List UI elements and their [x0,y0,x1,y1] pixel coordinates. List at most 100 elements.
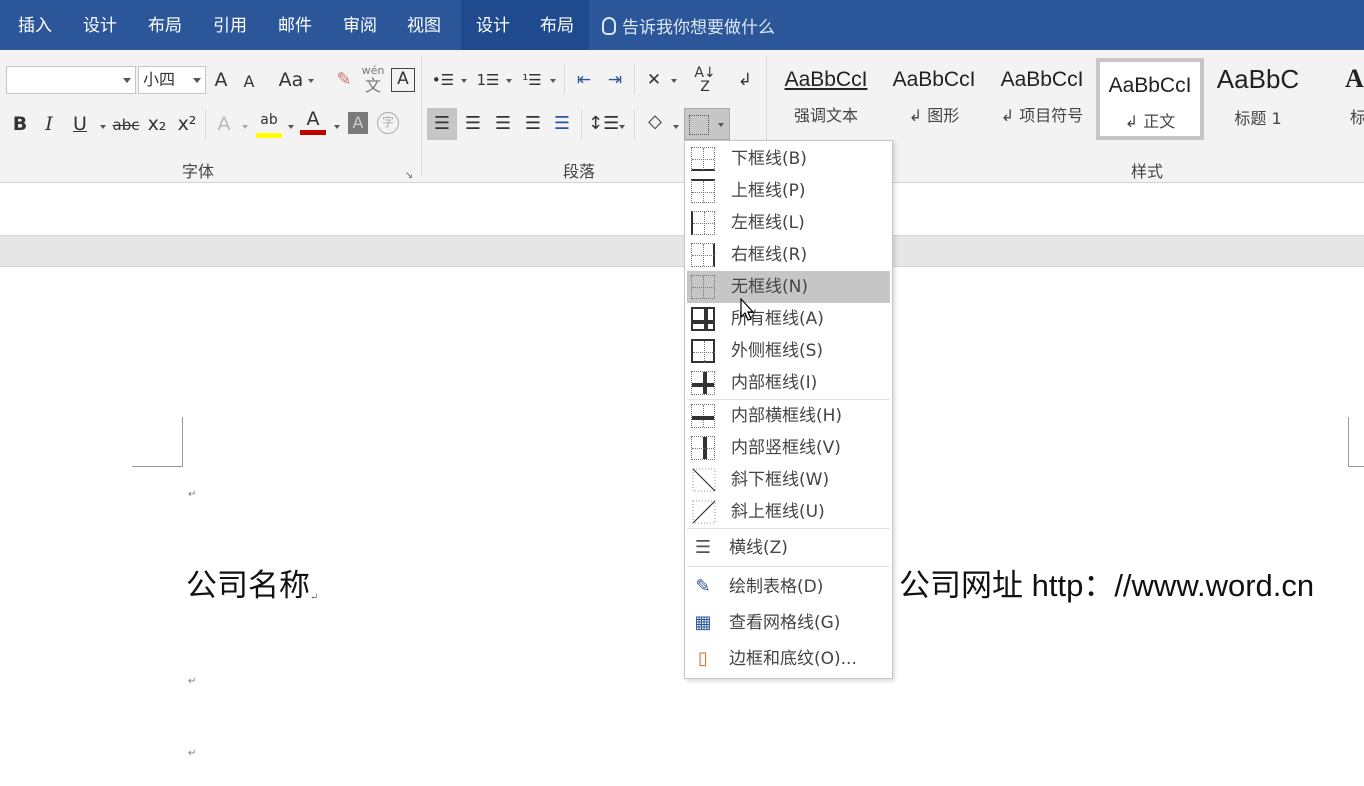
draw-table-icon: ✎ [695,576,711,597]
character-shading-button[interactable]: A [348,112,368,134]
chevron-down-icon [506,79,512,83]
align-right-button[interactable]: ☰ [491,112,515,136]
strikethrough-button[interactable]: abc [112,113,140,137]
character-border-button[interactable]: A [391,68,415,92]
enclose-characters-button[interactable]: 字 [377,112,399,134]
tab-table-design[interactable]: 设计 [461,0,525,50]
border-menu-item-label: 绘制表格(D) [729,577,824,597]
change-case-button[interactable]: Aa [276,68,306,92]
style-item[interactable]: AaBbCcI ↲ 项目符号 [988,56,1096,138]
tab-mailings[interactable]: 邮件 [267,0,323,50]
font-color-button[interactable]: A [300,108,326,135]
border-menu-item[interactable]: 斜上框线(U) [687,496,890,528]
border-menu-item[interactable]: ▦ 查看网格线(G) [687,607,890,639]
phonetic-guide-button[interactable]: wén 文 [360,64,386,94]
phonetic-bottom: 文 [364,76,381,95]
multilevel-list-button[interactable]: ¹☰ [519,68,545,92]
border-menu-item-label: 右框线(R) [731,245,808,265]
border-menu-item[interactable]: 右框线(R) [687,239,890,271]
tab-design[interactable]: 设计 [72,0,128,50]
style-item[interactable]: AaBbC 标题 1 [1204,56,1312,138]
justify-button[interactable]: ☰ [521,112,545,136]
paragraph-mark: ↵ [188,748,197,759]
border-menu-item[interactable]: 下框线(B) [687,143,890,175]
bold-button[interactable]: B [10,112,30,136]
border-menu-item[interactable]: 内部竖框线(V) [687,432,890,464]
italic-button[interactable]: I [40,112,58,136]
sort-button[interactable]: A↓ Z [694,66,716,94]
border-menu-item-label: 下框线(B) [731,149,807,169]
border-menu-item-label: 内部横框线(H) [731,406,843,426]
borders-shading-icon: ▯ [698,648,708,669]
style-item[interactable]: AaBbCcI ↲ 正文 [1096,58,1204,140]
border-menu-item-label: 上框线(P) [731,181,806,201]
border-menu-item[interactable]: 内部横框线(H) [687,400,890,432]
border-menu-item[interactable]: 无框线(N) [687,271,890,303]
style-item[interactable]: AaBbCcI ↲ 图形 [880,56,988,138]
shading-button[interactable]: ◇ [642,110,668,134]
top-border-icon [691,179,715,203]
border-menu-item[interactable]: ☰ 横线(Z) [687,532,890,564]
font-size-combo[interactable]: 小四 [138,66,206,94]
shrink-font-button[interactable]: A [239,70,259,94]
styles-group-label: 样式 [1131,162,1164,181]
chinese-layout-button[interactable]: ✕ [641,68,667,92]
highlight-button[interactable]: ab [256,108,282,138]
subscript-button[interactable]: x₂ [146,112,168,136]
grow-font-button[interactable]: A [210,68,232,92]
inside-horizontal-border-icon [691,404,715,428]
border-menu-item[interactable]: 斜下框线(W) [687,464,890,496]
tab-table-layout[interactable]: 布局 [525,0,589,50]
tab-view[interactable]: 视图 [396,0,452,50]
document-page[interactable]: ↵ 公司名称↵ 公司网址 http：//www.word.cn ↵ ↵ [0,267,1364,786]
chevron-down-icon [619,125,625,129]
style-name: ↲ 图形 [908,106,960,125]
borders-button[interactable] [684,108,730,140]
ribbon-gap [0,183,1364,235]
superscript-button[interactable]: x² [176,112,198,136]
text-effects-button[interactable]: A [214,112,234,136]
chevron-down-icon [673,125,679,129]
border-menu-item[interactable]: 上框线(P) [687,175,890,207]
align-center-button[interactable]: ☰ [461,112,485,136]
crop-mark [1348,466,1364,467]
tab-references[interactable]: 引用 [202,0,258,50]
style-item[interactable]: AaBbCcI 强调文本 [772,56,880,138]
tab-review[interactable]: 审阅 [332,0,388,50]
style-sample: AaBbC [1216,64,1300,94]
line-spacing-button[interactable]: ↕☰ [588,112,619,136]
style-sample: AaI [1345,64,1364,93]
border-menu-item-label: 内部框线(I) [731,373,818,393]
align-left-button[interactable]: ☰ [427,108,457,140]
border-menu-item[interactable]: 外侧框线(S) [687,335,890,367]
numbering-button[interactable]: 1☰ [475,68,501,92]
bottom-border-icon [691,147,715,171]
company-name-text[interactable]: 公司名称↵ [186,560,318,605]
increase-indent-button[interactable]: ⇥ [603,68,627,92]
tab-insert[interactable]: 插入 [8,0,62,50]
border-menu-item[interactable]: 所有框线(A) [687,303,890,335]
company-site-text[interactable]: 公司网址 http：//www.word.cn [899,560,1314,605]
clear-formatting-button[interactable]: ✎ [334,68,354,92]
decrease-indent-button[interactable]: ⇤ [572,68,596,92]
style-item[interactable]: AaI 标题 [1312,56,1364,138]
borders-dropdown-menu: 下框线(B) 上框线(P) 左框线(L) 右框线(R) 无框线(N) 所有框线(A) 外侧框… [684,140,893,679]
highlight-label: ab [260,112,278,128]
show-marks-button[interactable]: ↲ [734,68,756,92]
border-menu-item[interactable]: ▯ 边框和底纹(O)... [687,643,890,675]
font-color-bar [300,130,326,135]
bullets-button[interactable]: •☰ [430,68,456,92]
tab-layout[interactable]: 布局 [137,0,193,50]
border-menu-item[interactable]: 左框线(L) [687,207,890,239]
border-menu-item[interactable]: ✎ 绘制表格(D) [687,571,890,603]
underline-button[interactable]: U [70,112,90,136]
tell-me-search[interactable]: 告诉我你想要做什么 [602,0,775,50]
border-menu-item[interactable]: 内部框线(I) [687,367,890,399]
horizontal-line-icon: ☰ [694,537,712,558]
distributed-button[interactable]: ☰ [550,112,574,136]
style-name: 标题 [1349,108,1364,127]
chevron-down-icon [242,125,248,129]
border-menu-item-label: 查看网格线(G) [729,613,841,633]
border-menu-item-label: 斜上框线(U) [731,502,825,522]
font-name-combo[interactable] [6,66,136,94]
